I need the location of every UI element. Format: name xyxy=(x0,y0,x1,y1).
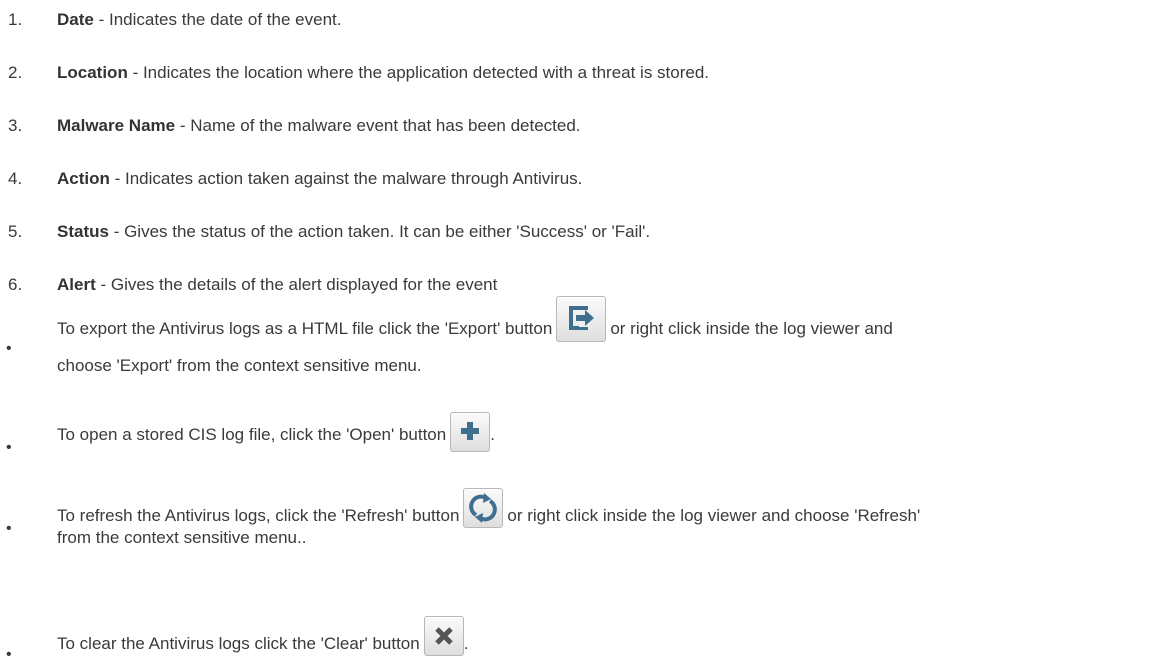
list-number: 5. xyxy=(8,222,23,241)
desc-malware-name: - Name of the malware event that has bee… xyxy=(175,116,581,135)
bullet-marker: • xyxy=(6,520,12,537)
term-status: Status xyxy=(57,222,109,241)
bullet-marker: • xyxy=(6,646,12,663)
refresh-icon xyxy=(469,493,498,523)
bullet-marker: • xyxy=(6,340,12,357)
refresh-button[interactable] xyxy=(463,488,504,528)
desc-action: - Indicates action taken against the mal… xyxy=(109,169,583,188)
clear-button[interactable] xyxy=(423,616,464,656)
list-number: 6. xyxy=(8,275,23,294)
refresh-text-line2: from the context sensitive menu.. xyxy=(57,528,307,547)
list-number: 4. xyxy=(8,169,23,188)
refresh-text-before: To refresh the Antivirus logs, click the… xyxy=(57,506,460,526)
desc-alert: - Gives the details of the alert display… xyxy=(95,275,498,294)
desc-location: - Indicates the location where the appli… xyxy=(127,63,710,82)
term-date: Date xyxy=(57,10,94,29)
term-malware-name: Malware Name xyxy=(57,116,176,135)
list-number: 1. xyxy=(8,10,23,29)
open-button[interactable] xyxy=(450,412,491,452)
export-text-after: or right click inside the log viewer and xyxy=(610,319,893,339)
plus-icon xyxy=(461,422,480,440)
term-action: Action xyxy=(57,169,110,188)
term-location: Location xyxy=(57,63,128,82)
clear-text-after: . xyxy=(463,634,469,654)
export-icon xyxy=(569,306,595,330)
export-button[interactable] xyxy=(556,296,607,342)
list-number: 3. xyxy=(8,116,23,135)
desc-date: - Indicates the date of the event. xyxy=(93,10,342,29)
term-alert: Alert xyxy=(57,275,96,294)
list-number: 2. xyxy=(8,63,23,82)
open-text-after: . xyxy=(490,425,495,445)
export-text-line2: choose 'Export' from the context sensiti… xyxy=(57,356,422,375)
refresh-text-after: or right click inside the log viewer and… xyxy=(507,506,921,526)
open-text-before: To open a stored CIS log file, click the… xyxy=(57,425,447,445)
export-text-before: To export the Antivirus logs as a HTML f… xyxy=(57,319,553,339)
bullet-marker: • xyxy=(6,439,12,456)
clear-text-before: To clear the Antivirus logs click the 'C… xyxy=(57,634,420,654)
desc-status: - Gives the status of the action taken. … xyxy=(108,222,651,241)
close-icon xyxy=(434,627,453,645)
